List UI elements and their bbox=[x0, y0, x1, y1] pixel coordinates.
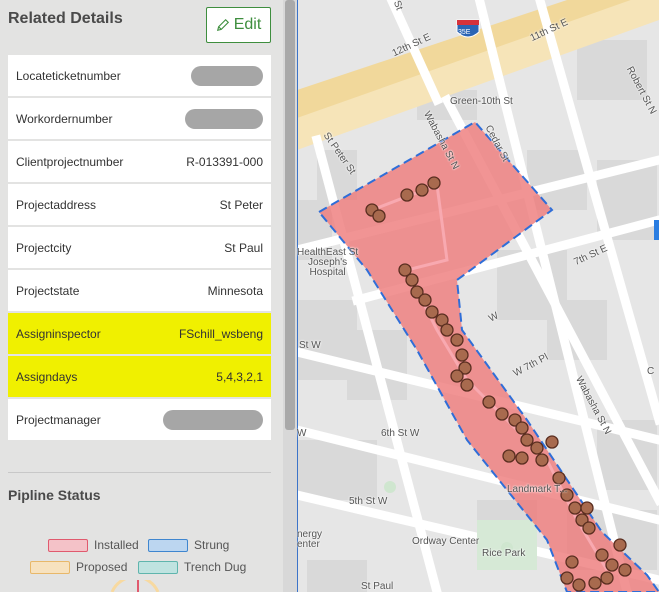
panel-title: Related Details bbox=[8, 10, 123, 27]
installed-swatch bbox=[48, 538, 88, 552]
detail-label: Locateticketnumber bbox=[16, 68, 121, 83]
map-label: Rice Park bbox=[482, 548, 526, 559]
status-chart bbox=[110, 580, 160, 592]
map-label: Green-10th St bbox=[450, 96, 513, 107]
detail-row-assigndays: Assigndays 5,4,3,2,1 bbox=[8, 356, 271, 397]
legend-label: Installed bbox=[94, 538, 139, 552]
detail-row-workordernumber: Workordernumber bbox=[8, 98, 271, 139]
map-label: St Paul bbox=[361, 581, 394, 592]
detail-value: St Peter bbox=[219, 197, 263, 212]
map-label: 5th St W bbox=[349, 496, 388, 507]
redacted-value bbox=[185, 108, 263, 129]
detail-label: Workordernumber bbox=[16, 111, 113, 126]
legend-proposed: Proposed bbox=[30, 560, 127, 574]
pipeline-status-title: Pipline Status bbox=[8, 487, 101, 503]
edit-button[interactable]: Edit bbox=[206, 7, 271, 43]
detail-label: Projectcity bbox=[16, 240, 72, 255]
panel-scrollbar[interactable] bbox=[283, 0, 297, 592]
detail-label: Projectstate bbox=[16, 283, 80, 298]
redacted-value bbox=[191, 65, 263, 86]
divider bbox=[8, 472, 271, 473]
detail-row-assigninspector: Assigninspector FSchill_wsbeng bbox=[8, 313, 271, 354]
proposed-swatch bbox=[30, 560, 70, 574]
detail-value: Minnesota bbox=[207, 283, 263, 298]
map-label: Ordway Center bbox=[412, 536, 480, 547]
map-label: 35E bbox=[458, 29, 471, 36]
legend-trench-dug: Trench Dug bbox=[138, 560, 246, 574]
pencil-icon bbox=[216, 18, 229, 32]
map-label: C bbox=[647, 366, 655, 377]
detail-label: Projectmanager bbox=[16, 412, 101, 427]
scroll-thumb[interactable] bbox=[285, 0, 295, 430]
legend-installed: Installed bbox=[48, 538, 139, 552]
detail-row-projectcity: Projectcity St Paul bbox=[8, 227, 271, 268]
edit-label: Edit bbox=[233, 16, 262, 33]
detail-value: R-013391-000 bbox=[186, 154, 263, 169]
map-label: 6th St W bbox=[381, 428, 420, 439]
trench-dug-swatch bbox=[138, 560, 178, 574]
detail-label: Assigndays bbox=[16, 369, 78, 384]
detail-value: FSchill_wsbeng bbox=[178, 326, 263, 341]
detail-label: Assigninspector bbox=[16, 326, 101, 341]
detail-value: St Paul bbox=[224, 240, 263, 255]
map-label: St W bbox=[299, 340, 321, 351]
related-details-panel: Related Details Edit Locateticketnumber W… bbox=[0, 0, 283, 592]
map-label: W bbox=[297, 428, 307, 439]
legend-label: Trench Dug bbox=[184, 560, 247, 574]
legend-label: Strung bbox=[194, 538, 230, 552]
map-label: nergy enter bbox=[297, 529, 323, 550]
map-label: HealthEast St Joseph's Hospital bbox=[297, 247, 359, 278]
detail-row-projectmanager: Projectmanager bbox=[8, 399, 271, 440]
legend-label: Proposed bbox=[76, 560, 128, 574]
detail-row-clientprojectnumber: Clientprojectnumber R-013391-000 bbox=[8, 141, 271, 182]
map-view[interactable]: St 11th St E 12th St E 35E Green-10th St… bbox=[297, 0, 659, 592]
redacted-value bbox=[163, 409, 263, 430]
detail-label: Clientprojectnumber bbox=[16, 154, 124, 169]
detail-value: 5,4,3,2,1 bbox=[216, 369, 263, 384]
detail-label: Projectaddress bbox=[16, 197, 97, 212]
map-widget-edge[interactable] bbox=[654, 220, 659, 240]
detail-row-locateticketnumber: Locateticketnumber bbox=[8, 55, 271, 96]
detail-row-projectstate: Projectstate Minnesota bbox=[8, 270, 271, 311]
legend-strung: Strung bbox=[148, 538, 229, 552]
strung-swatch bbox=[148, 538, 188, 552]
detail-row-projectaddress: Projectaddress St Peter bbox=[8, 184, 271, 225]
map-label: Landmark T... bbox=[507, 484, 568, 495]
